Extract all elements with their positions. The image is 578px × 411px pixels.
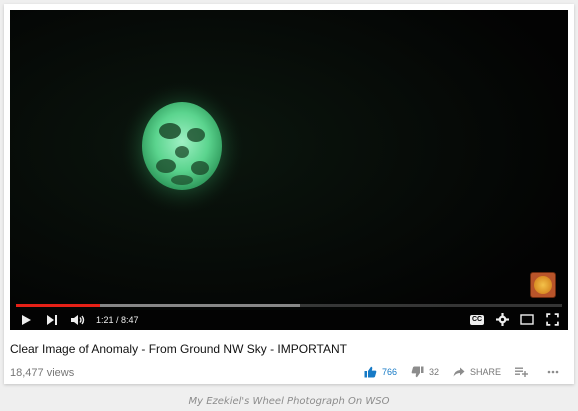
more-icon: [547, 370, 559, 374]
fullscreen-icon: [545, 313, 559, 326]
next-icon: [47, 314, 57, 325]
video-actions: 766 32 SHARE: [350, 366, 564, 378]
video-title[interactable]: Clear Image of Anomaly - From Ground NW …: [10, 342, 347, 356]
play-button[interactable]: [16, 311, 36, 329]
embedded-video-card: 1:21 / 8:47 CC Clear Image of Anomaly - …: [4, 4, 574, 384]
fullscreen-button[interactable]: [542, 311, 562, 329]
share-icon: [453, 367, 465, 377]
watermark-emblem: [534, 276, 552, 294]
more-actions-button[interactable]: [547, 370, 564, 374]
captions-button[interactable]: CC: [467, 311, 487, 329]
share-button[interactable]: SHARE: [453, 367, 501, 377]
settings-button[interactable]: [492, 311, 512, 329]
image-caption: My Ezekiel's Wheel Photograph On WSO: [188, 396, 390, 407]
like-button[interactable]: 766: [364, 366, 397, 378]
video-frame[interactable]: [10, 10, 568, 310]
captions-icon: CC: [469, 314, 485, 325]
view-count: 18,477 views: [10, 367, 75, 379]
progress-played: [16, 304, 101, 307]
next-button[interactable]: [42, 311, 62, 329]
like-count: 766: [381, 367, 397, 377]
miniplayer-button[interactable]: [517, 311, 537, 329]
miniplayer-icon: [520, 314, 534, 325]
time-display: 1:21 / 8:47: [96, 314, 139, 325]
share-label: SHARE: [469, 367, 501, 377]
add-to-playlist-button[interactable]: [515, 367, 533, 377]
add-to-playlist-icon: [515, 367, 528, 377]
video-player[interactable]: 1:21 / 8:47 CC: [10, 10, 568, 330]
volume-icon: [71, 314, 85, 325]
volume-button[interactable]: [68, 311, 88, 329]
channel-watermark-icon[interactable]: [530, 272, 556, 298]
player-controls: 1:21 / 8:47 CC: [10, 309, 568, 330]
gear-icon: [495, 313, 509, 326]
thumbs-down-icon: [411, 366, 424, 378]
progress-bar[interactable]: [16, 304, 562, 307]
dislike-button[interactable]: 32: [411, 366, 439, 378]
thumbs-up-icon: [364, 366, 377, 378]
play-icon: [22, 314, 31, 325]
dislike-count: 32: [428, 367, 439, 377]
